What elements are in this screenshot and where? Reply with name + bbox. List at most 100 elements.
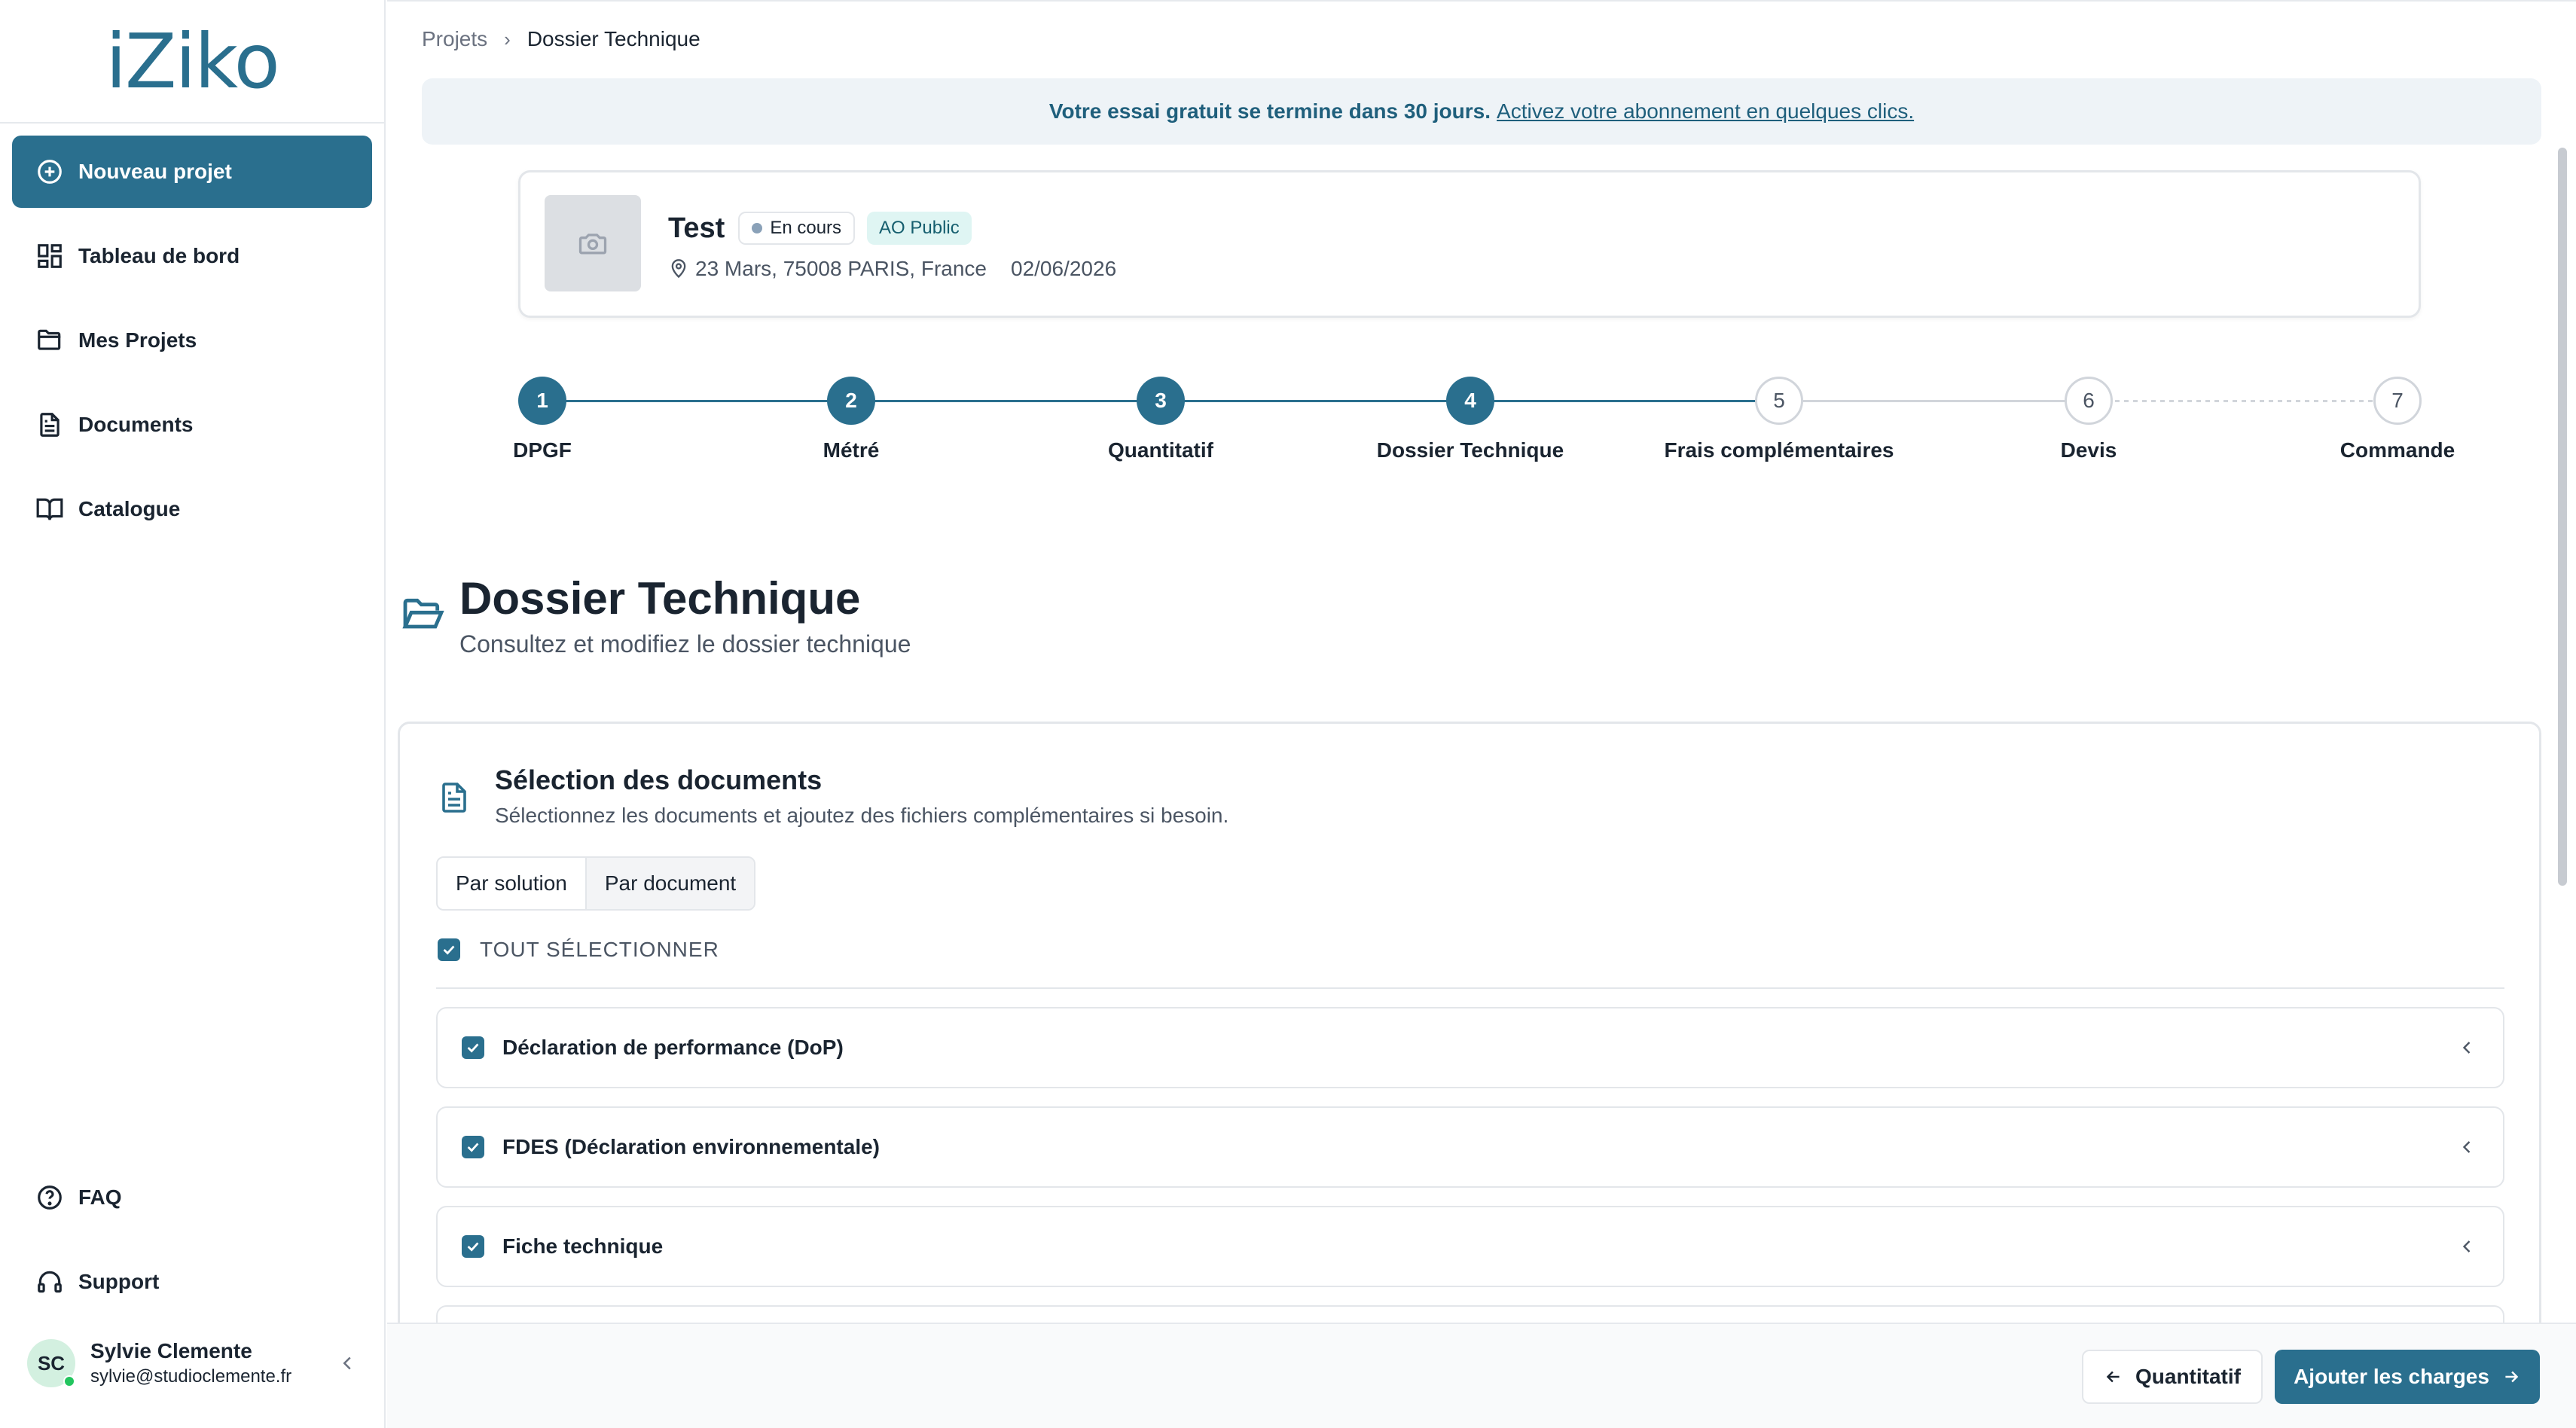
trial-banner: Votre essai gratuit se termine dans 30 j…	[422, 78, 2541, 145]
step-5[interactable]: 5	[1755, 377, 1803, 425]
tab-par-solution[interactable]: Par solution	[438, 858, 585, 909]
sidebar-item-projects[interactable]: Mes Projets	[12, 304, 372, 377]
sidebar-item-faq[interactable]: FAQ	[12, 1161, 372, 1234]
step-7[interactable]: 7	[2373, 377, 2422, 425]
sidebar-item-label: Support	[78, 1270, 160, 1293]
avatar-initials: SC	[37, 1351, 66, 1375]
check-icon	[467, 1143, 479, 1152]
map-pin-icon	[671, 259, 686, 279]
trial-text: Votre essai gratuit se termine dans 30 j…	[1048, 99, 1491, 123]
step-2[interactable]: 2	[827, 377, 875, 425]
step-number: 3	[1155, 389, 1167, 412]
breadcrumb-current: Dossier Technique	[526, 27, 700, 50]
folder-open-icon	[402, 598, 444, 629]
document-text-icon	[442, 783, 466, 813]
sidebar-item-label: Catalogue	[78, 497, 181, 520]
sidebar: iZiko Nouveau projet Tableau de bord Mes…	[0, 0, 386, 1428]
user-name: Sylvie Clemente	[90, 1339, 252, 1362]
folder-icon	[35, 325, 65, 355]
document-checkbox[interactable]	[462, 1235, 484, 1258]
document-label: Déclaration de performance (DoP)	[502, 1036, 844, 1059]
project-thumbnail[interactable]	[545, 195, 641, 291]
book-icon	[35, 494, 65, 524]
document-label: Fiche technique	[502, 1234, 664, 1258]
step-label: Métré	[823, 438, 880, 462]
trial-subscribe-link[interactable]: Activez votre abonnement en quelques cli…	[1497, 99, 1914, 124]
sidebar-item-label: FAQ	[78, 1185, 122, 1209]
previous-step-label: Quantitatif	[2135, 1365, 2241, 1388]
panel-header: Sélection des documents Sélectionnez les…	[436, 764, 1228, 828]
panel-subtitle: Sélectionnez les documents et ajoutez de…	[495, 804, 1229, 827]
sidebar-nav: Nouveau projet Tableau de bord Mes Proje…	[0, 124, 384, 545]
step-number: 1	[536, 389, 548, 412]
section-header: Dossier Technique Consultez et modifiez …	[399, 572, 911, 658]
step-label: Commande	[2339, 438, 2455, 462]
status-dot	[752, 223, 763, 233]
check-icon	[467, 1242, 479, 1252]
view-toggle: Par solution Par document	[436, 856, 756, 911]
online-status-dot	[63, 1375, 75, 1387]
step-4[interactable]: 4	[1446, 377, 1494, 425]
breadcrumb-projects[interactable]: Projets	[422, 27, 487, 51]
sidebar-item-documents[interactable]: Documents	[12, 389, 372, 461]
panel-title: Sélection des documents	[495, 764, 823, 795]
main-content: Projets › Dossier Technique Votre essai …	[387, 0, 2576, 1428]
project-date: 02/06/2026	[1011, 257, 1117, 280]
help-circle-icon	[35, 1182, 65, 1213]
chevron-left-icon[interactable]	[2456, 1236, 2477, 1257]
sidebar-item-catalogue[interactable]: Catalogue	[12, 473, 372, 545]
chevron-left-icon[interactable]	[2456, 1137, 2477, 1158]
chevron-left-icon[interactable]	[2456, 1037, 2477, 1058]
sidebar-item-label: Mes Projets	[78, 328, 197, 352]
arrow-left-icon	[2106, 1371, 2120, 1383]
camera-icon	[578, 233, 607, 255]
list-item[interactable]: FDES (Déclaration environnementale)	[436, 1106, 2504, 1188]
step-label: Dossier Technique	[1376, 438, 1564, 462]
headset-icon	[35, 1267, 65, 1297]
list-item[interactable]: Déclaration de performance (DoP)	[436, 1007, 2504, 1088]
document-checkbox[interactable]	[462, 1036, 484, 1059]
previous-step-button[interactable]: Quantitatif	[2082, 1350, 2263, 1404]
top-divider	[387, 0, 2576, 2]
list-item[interactable]: Fiche technique	[436, 1206, 2504, 1287]
status-text: En cours	[770, 218, 842, 238]
arrow-right-icon	[2505, 1371, 2519, 1383]
next-step-button[interactable]: Ajouter les charges	[2275, 1350, 2540, 1404]
logo-area: iZiko	[0, 0, 384, 124]
dashboard-icon	[35, 241, 65, 271]
project-name: Test	[668, 212, 725, 244]
document-icon	[35, 410, 65, 440]
sidebar-item-label: Nouveau projet	[78, 160, 232, 183]
select-all[interactable]: TOUT SÉLECTIONNER	[438, 938, 719, 962]
step-3[interactable]: 3	[1137, 377, 1185, 425]
step-number: 5	[1773, 389, 1785, 412]
tab-par-document[interactable]: Par document	[584, 858, 755, 909]
sidebar-bottom: FAQ Support	[12, 1161, 372, 1330]
user-email: sylvie@studioclemente.fr	[90, 1366, 292, 1387]
new-project-button[interactable]: Nouveau projet	[12, 136, 372, 208]
progress-stepper: 1 2 3 4 5 6 7 DPGF Métré Quantitatif Dos…	[387, 377, 2576, 474]
scrollbar[interactable]	[2558, 148, 2567, 886]
app-logo[interactable]: iZiko	[105, 17, 280, 105]
document-checkbox[interactable]	[462, 1136, 484, 1158]
step-connector	[1779, 400, 2088, 402]
step-number: 2	[845, 389, 857, 412]
divider	[436, 987, 2504, 989]
check-icon	[443, 945, 455, 955]
sidebar-item-support[interactable]: Support	[12, 1246, 372, 1318]
chevron-left-icon[interactable]	[336, 1352, 359, 1375]
sidebar-item-dashboard[interactable]: Tableau de bord	[12, 220, 372, 292]
select-all-checkbox[interactable]	[438, 938, 460, 961]
check-icon	[467, 1043, 479, 1053]
avatar: SC	[27, 1339, 75, 1387]
step-6[interactable]: 6	[2065, 377, 2113, 425]
step-1[interactable]: 1	[518, 377, 566, 425]
user-info: Sylvie Clemente sylvie@studioclemente.fr	[90, 1339, 336, 1387]
step-connector	[2088, 400, 2397, 402]
footer-bar: Quantitatif Ajouter les charges	[387, 1323, 2576, 1428]
page-title: Dossier Technique	[459, 573, 861, 624]
step-number: 6	[2083, 389, 2095, 412]
step-label: Devis	[2060, 438, 2117, 462]
chevron-right-icon: ›	[504, 27, 511, 50]
user-menu[interactable]: SC Sylvie Clemente sylvie@studioclemente…	[27, 1339, 359, 1387]
